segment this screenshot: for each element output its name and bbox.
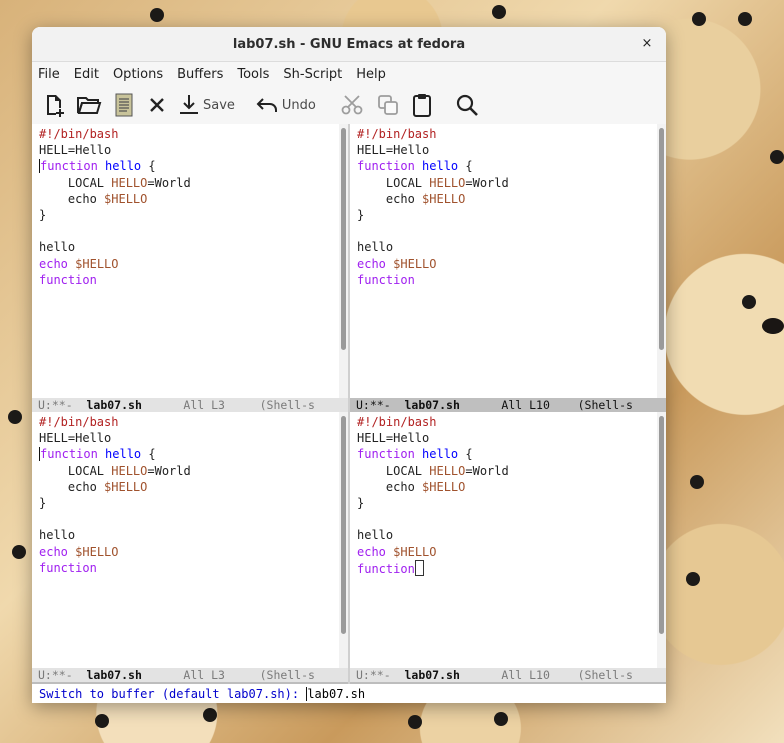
- text-cursor: [414, 559, 424, 576]
- background-decoration: [408, 715, 422, 729]
- scrollbar[interactable]: [657, 124, 666, 398]
- save-button[interactable]: Save: [178, 90, 235, 120]
- background-decoration: [738, 12, 752, 26]
- menu-sh-script[interactable]: Sh-Script: [283, 67, 342, 82]
- new-file-button[interactable]: [42, 90, 66, 120]
- background-decoration: [692, 12, 706, 26]
- background-decoration: [492, 5, 506, 19]
- open-folder-icon: [77, 97, 102, 114]
- background-decoration: [8, 410, 22, 424]
- search-icon: [456, 94, 478, 116]
- background-decoration: [686, 572, 700, 586]
- undo-button[interactable]: Undo: [255, 90, 316, 120]
- emacs-window: lab07.sh - GNU Emacs at fedora × File Ed…: [32, 27, 666, 703]
- code-line: #!/bin/bash: [39, 127, 119, 141]
- copy-button[interactable]: [376, 90, 400, 120]
- menu-help[interactable]: Help: [356, 67, 386, 82]
- close-window-button[interactable]: ×: [638, 35, 656, 53]
- tool-bar: Save Undo: [32, 86, 666, 125]
- background-decoration: [690, 475, 704, 489]
- background-decoration: [95, 714, 109, 728]
- document-icon: [115, 93, 133, 117]
- open-file-button[interactable]: [76, 90, 102, 120]
- mode-line-active[interactable]: U:**- lab07.sh All L10 (Shell-s: [350, 398, 666, 412]
- window-title: lab07.sh - GNU Emacs at fedora: [232, 36, 466, 52]
- clipboard-icon: [412, 94, 431, 117]
- menu-tools[interactable]: Tools: [237, 67, 269, 82]
- minibuffer[interactable]: Switch to buffer (default lab07.sh): lab…: [32, 685, 666, 703]
- background-decoration: [12, 545, 26, 559]
- mode-line[interactable]: U:**- lab07.sh All L3 (Shell-s: [32, 398, 348, 412]
- mode-line[interactable]: U:**- lab07.sh All L3 (Shell-s: [32, 668, 348, 682]
- menu-edit[interactable]: Edit: [74, 67, 99, 82]
- menu-bar: File Edit Options Buffers Tools Sh-Scrip…: [32, 62, 666, 86]
- background-decoration: [762, 318, 784, 334]
- title-bar[interactable]: lab07.sh - GNU Emacs at fedora ×: [32, 27, 666, 62]
- scissors-icon: [341, 95, 363, 115]
- undo-icon: [256, 98, 277, 112]
- menu-buffers[interactable]: Buffers: [177, 67, 223, 82]
- window-top-right[interactable]: #!/bin/bash HELL=Hello function hello { …: [350, 124, 666, 398]
- paste-button[interactable]: [410, 90, 434, 120]
- background-decoration: [770, 150, 784, 164]
- minibuffer-input[interactable]: lab07.sh: [307, 687, 365, 701]
- menu-options[interactable]: Options: [113, 67, 163, 82]
- code-view[interactable]: #!/bin/bash HELL=Hello function hello { …: [39, 126, 191, 288]
- menu-file[interactable]: File: [38, 67, 60, 82]
- scrollbar[interactable]: [657, 412, 666, 668]
- window-top-left[interactable]: #!/bin/bash HELL=Hello function hello { …: [32, 124, 348, 398]
- search-button[interactable]: [454, 90, 480, 120]
- save-label: Save: [203, 97, 235, 113]
- background-decoration: [742, 295, 756, 309]
- dired-button[interactable]: [112, 90, 136, 120]
- new-file-icon: [47, 95, 64, 117]
- window-bottom-right[interactable]: #!/bin/bash HELL=Hello function hello { …: [350, 412, 666, 668]
- code-view[interactable]: #!/bin/bash HELL=Hello function hello { …: [39, 414, 191, 576]
- code-view[interactable]: #!/bin/bash HELL=Hello function hello { …: [357, 414, 509, 577]
- code-line: HELL=Hello: [39, 143, 112, 158]
- undo-label: Undo: [281, 97, 316, 113]
- scrollbar[interactable]: [339, 124, 348, 398]
- save-icon: [180, 95, 198, 114]
- minibuffer-prompt: Switch to buffer (default lab07.sh):: [39, 687, 300, 701]
- background-decoration: [203, 708, 217, 722]
- editor-area: #!/bin/bash HELL=Hello function hello { …: [32, 124, 666, 684]
- window-bottom-left[interactable]: #!/bin/bash HELL=Hello function hello { …: [32, 412, 348, 668]
- kill-buffer-button[interactable]: [146, 90, 168, 120]
- background-decoration: [150, 8, 164, 22]
- background-decoration: [494, 712, 508, 726]
- code-view[interactable]: #!/bin/bash HELL=Hello function hello { …: [357, 126, 509, 288]
- copy-icon: [377, 95, 398, 115]
- scrollbar[interactable]: [339, 412, 348, 668]
- cut-button[interactable]: [340, 90, 366, 120]
- mode-line[interactable]: U:**- lab07.sh All L10 (Shell-s: [350, 668, 666, 682]
- close-icon: [150, 98, 164, 112]
